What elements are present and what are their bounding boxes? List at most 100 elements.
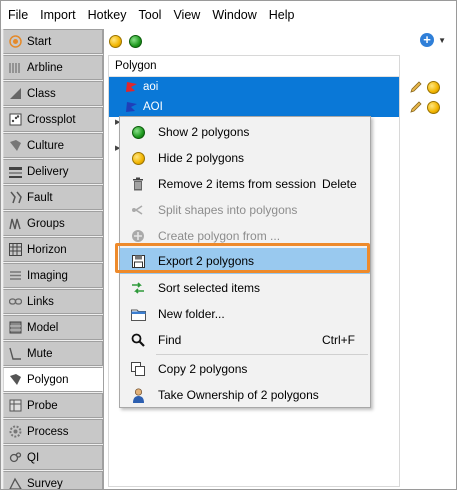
sidebar-item-fault[interactable]: Fault: [3, 185, 103, 210]
tree-header[interactable]: Polygon: [109, 56, 399, 77]
menu-item-new-folder[interactable]: New folder...: [120, 301, 370, 327]
sidebar-item-label: Survey: [27, 477, 63, 490]
red-flag-icon: [126, 82, 137, 92]
sidebar-item-arbline[interactable]: Arbline: [3, 55, 103, 80]
sidebar-item-imaging[interactable]: Imaging: [3, 263, 103, 288]
groups-icon: [8, 217, 22, 231]
sidebar-item-label: Culture: [27, 139, 65, 152]
tree-row[interactable]: aoi: [109, 77, 399, 97]
sidebar-item-label: Delivery: [27, 165, 69, 178]
sidebar-item-links[interactable]: Links: [3, 289, 103, 314]
start-icon: [8, 35, 22, 49]
folder-icon: [130, 306, 146, 322]
sidebar-item-horizon[interactable]: Horizon: [3, 237, 103, 262]
add-icon[interactable]: +: [420, 33, 434, 47]
menu-item-split-shapes[interactable]: Split shapes into polygons: [120, 197, 370, 223]
sidebar-item-crossplot[interactable]: Crossplot: [3, 107, 103, 132]
menu-item-show-polygons[interactable]: Show 2 polygons: [120, 119, 370, 145]
sidebar-item-label: Class: [27, 87, 56, 100]
menu-help[interactable]: Help: [263, 8, 301, 22]
sidebar-item-class[interactable]: Class: [3, 81, 103, 106]
sidebar-item-label: Crossplot: [27, 113, 76, 126]
menu-import[interactable]: Import: [34, 8, 81, 22]
sidebar-item-label: Start: [27, 35, 52, 48]
delivery-icon: [8, 165, 22, 179]
menu-item-find[interactable]: Find Ctrl+F: [120, 327, 370, 353]
sidebar-item-start[interactable]: Start: [3, 29, 103, 54]
menu-item-hide-polygons[interactable]: Hide 2 polygons: [120, 145, 370, 171]
sidebar-item-process[interactable]: Process: [3, 419, 103, 444]
pencil-icon[interactable]: [409, 80, 423, 94]
sidebar-item-label: Mute: [27, 347, 53, 360]
sidebar: Start Arbline Class Crossplot Culture De…: [3, 29, 103, 490]
sidebar-item-label: Arbline: [27, 61, 63, 74]
culture-icon: [8, 139, 22, 153]
sort-icon: [130, 280, 146, 296]
model-icon: [8, 321, 22, 335]
sidebar-item-survey[interactable]: Survey: [3, 471, 103, 490]
sidebar-item-polygon[interactable]: Polygon: [3, 367, 103, 392]
sidebar-item-label: Imaging: [27, 269, 68, 282]
hide-all-dot-icon[interactable]: [109, 34, 122, 48]
visibility-dot-icon[interactable]: [427, 100, 440, 114]
horizon-icon: [8, 243, 22, 257]
links-icon: [8, 295, 22, 309]
menu-item-remove-items[interactable]: Remove 2 items from session Delete: [120, 171, 370, 197]
sidebar-item-label: Groups: [27, 217, 65, 230]
process-icon: [8, 425, 22, 439]
search-icon: [130, 332, 146, 348]
visibility-dot-icon[interactable]: [427, 80, 440, 94]
menu-window[interactable]: Window: [206, 8, 262, 22]
sidebar-item-label: QI: [27, 451, 40, 464]
sidebar-item-model[interactable]: Model: [3, 315, 103, 340]
copy-icon: [130, 361, 146, 377]
sidebar-item-label: Links: [27, 295, 54, 308]
blue-flag-icon: [126, 102, 137, 112]
menu-hotkey[interactable]: Hotkey: [82, 8, 133, 22]
sidebar-item-delivery[interactable]: Delivery: [3, 159, 103, 184]
qi-icon: [8, 451, 22, 465]
fault-icon: [8, 191, 22, 205]
sidebar-item-probe[interactable]: Probe: [3, 393, 103, 418]
sidebar-item-culture[interactable]: Culture: [3, 133, 103, 158]
chevron-down-icon[interactable]: ▼: [438, 36, 446, 45]
sidebar-item-groups[interactable]: Groups: [3, 211, 103, 236]
crossplot-icon: [8, 113, 22, 127]
menubar: File Import Hotkey Tool View Window Help: [1, 1, 456, 29]
show-all-dot-icon[interactable]: [129, 34, 142, 48]
menu-file[interactable]: File: [1, 8, 34, 22]
sidebar-item-mute[interactable]: Mute: [3, 341, 103, 366]
class-icon: [8, 87, 22, 101]
menu-item-sort-items[interactable]: Sort selected items: [120, 275, 370, 301]
survey-icon: [8, 477, 22, 489]
sidebar-item-qi[interactable]: QI: [3, 445, 103, 470]
menu-separator: [156, 354, 368, 355]
user-icon: [130, 387, 146, 403]
sidebar-item-label: Fault: [27, 191, 53, 204]
green-dot-icon: [130, 124, 146, 140]
arbline-icon: [8, 61, 22, 75]
yellow-dot-icon: [130, 150, 146, 166]
mute-icon: [8, 347, 22, 361]
tree-row-label: AOI: [143, 101, 163, 113]
sidebar-item-label: Probe: [27, 399, 58, 412]
menu-item-copy-polygons[interactable]: Copy 2 polygons: [120, 356, 370, 382]
trash-icon: [130, 176, 146, 192]
toolbar: + ▼: [104, 29, 456, 53]
highlight-callout: [115, 243, 370, 273]
sidebar-item-label: Polygon: [27, 373, 69, 386]
tree-row[interactable]: AOI: [109, 97, 399, 117]
row-actions: [409, 77, 440, 117]
polygon-icon: [8, 373, 22, 387]
imaging-icon: [8, 269, 22, 283]
app-window: File Import Hotkey Tool View Window Help…: [0, 0, 457, 490]
menu-item-take-ownership[interactable]: Take Ownership of 2 polygons: [120, 382, 370, 408]
split-icon: [130, 202, 146, 218]
sidebar-item-label: Process: [27, 425, 69, 438]
pencil-icon[interactable]: [409, 100, 423, 114]
menu-view[interactable]: View: [167, 8, 206, 22]
sidebar-item-label: Horizon: [27, 243, 67, 256]
create-polygon-icon: [130, 228, 146, 244]
probe-icon: [8, 399, 22, 413]
menu-tool[interactable]: Tool: [133, 8, 168, 22]
